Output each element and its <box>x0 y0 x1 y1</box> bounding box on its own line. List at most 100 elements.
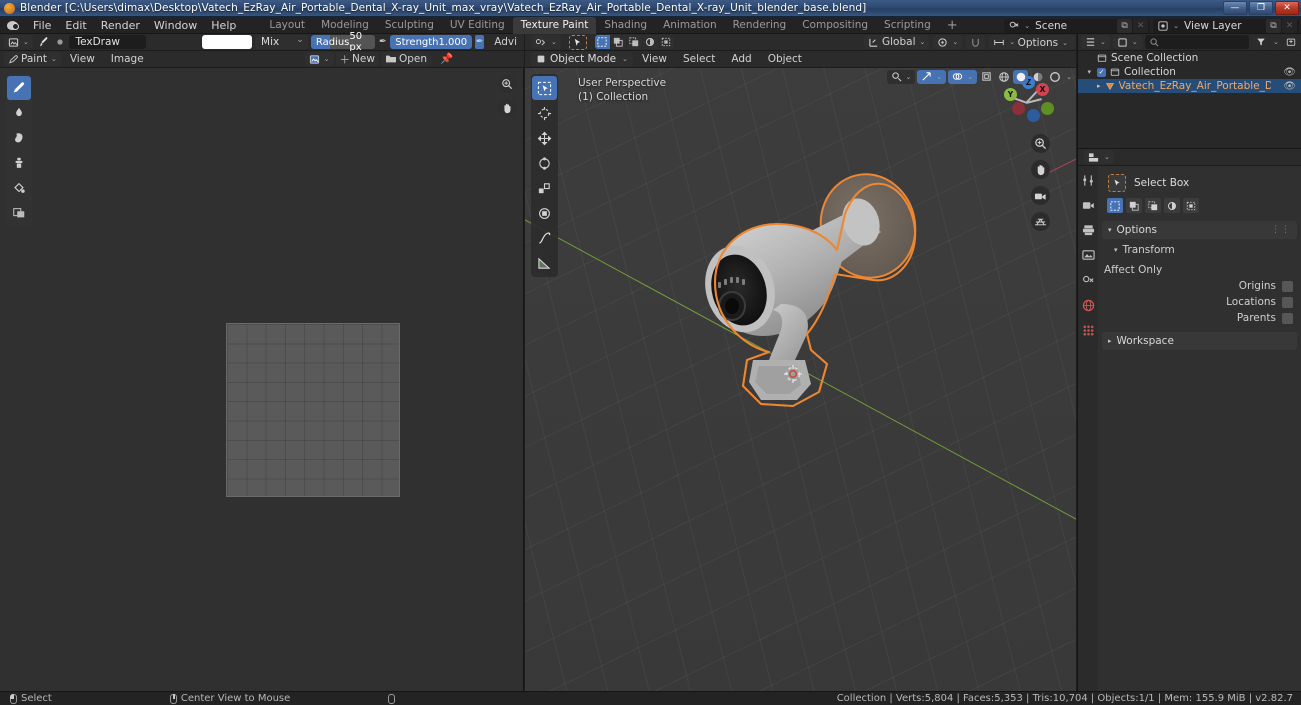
snap-pivot-selector[interactable]: ⌄ <box>933 35 963 49</box>
viewport-menu-object[interactable]: Object <box>761 52 809 66</box>
image-editor-menu-view[interactable]: View <box>63 52 102 66</box>
fill-tool-button[interactable] <box>7 176 31 200</box>
tool-select-invert-button[interactable] <box>1164 198 1180 213</box>
outliner-display-mode-selector[interactable]: ⌄ <box>1112 35 1142 49</box>
active-tool-indicator[interactable] <box>568 34 587 50</box>
rotate-tool-button[interactable] <box>532 151 557 175</box>
unlink-scene-button[interactable]: ✕ <box>1133 18 1149 33</box>
viewport-ortho-grid-icon[interactable] <box>1031 212 1050 231</box>
select-box-tool-button[interactable] <box>532 76 557 100</box>
workspace-panel-header[interactable]: ▸ Workspace <box>1102 332 1297 350</box>
tool-select-new-button[interactable] <box>1107 198 1123 213</box>
menu-file[interactable]: File <box>26 17 58 34</box>
object-visibility-eye-icon[interactable]: 👁 <box>1283 81 1296 92</box>
measure-tool-button[interactable] <box>532 251 557 275</box>
affect-parents-checkbox[interactable] <box>1282 312 1293 324</box>
properties-tab-object[interactable] <box>1080 322 1096 338</box>
tab-scripting[interactable]: Scripting <box>876 17 939 34</box>
properties-editor-type-selector[interactable]: ⌄ <box>1084 150 1114 164</box>
outliner-filter-icon[interactable] <box>1253 35 1269 49</box>
brush-datablock-icon[interactable] <box>53 35 67 49</box>
select-subtract-button[interactable] <box>626 35 642 49</box>
object-mode-selector[interactable]: Object Mode ⌄ <box>531 52 634 66</box>
move-tool-button[interactable] <box>532 126 557 150</box>
viewport-camera-icon[interactable] <box>1031 186 1050 205</box>
menu-edit[interactable]: Edit <box>58 17 93 34</box>
transform-subpanel-header[interactable]: ▾ Transform <box>1098 241 1301 259</box>
panel-drag-handle[interactable]: ⋮⋮ <box>1271 225 1291 235</box>
gizmo-axis-z-negative[interactable] <box>1027 109 1040 122</box>
tab-shading[interactable]: Shading <box>596 17 655 34</box>
strength-pressure-toggle-icon[interactable]: ✒ <box>475 35 485 49</box>
editor-type-selector[interactable]: ⌄ <box>4 35 33 49</box>
menu-render[interactable]: Render <box>94 17 147 34</box>
menu-help[interactable]: Help <box>204 17 243 34</box>
radius-pressure-toggle-icon[interactable]: ✒ <box>378 35 387 49</box>
tab-uv-editing[interactable]: UV Editing <box>442 17 513 34</box>
smear-tool-button[interactable] <box>7 126 31 150</box>
add-workspace-button[interactable]: + <box>939 18 966 33</box>
brush-color-swatch[interactable] <box>202 35 253 49</box>
affect-origins-checkbox[interactable] <box>1282 280 1293 292</box>
brush-preview-icon[interactable] <box>36 35 50 49</box>
tab-rendering[interactable]: Rendering <box>725 17 795 34</box>
scale-tool-button[interactable] <box>532 176 557 200</box>
tab-animation[interactable]: Animation <box>655 17 725 34</box>
properties-tab-world[interactable] <box>1080 297 1096 313</box>
outliner-new-collection-icon[interactable] <box>1283 35 1298 49</box>
menu-window[interactable]: Window <box>147 17 204 34</box>
select-box-tool-icon[interactable] <box>1108 174 1126 192</box>
cursor-tool-button[interactable] <box>532 101 557 125</box>
brush-radius-slider[interactable]: Radius 50 px <box>310 31 376 53</box>
new-view-layer-button[interactable]: ⧉ <box>1266 18 1281 33</box>
clone-tool-button[interactable] <box>7 151 31 175</box>
tab-layout[interactable]: Layout <box>261 17 313 34</box>
uv-image-canvas[interactable] <box>226 323 400 497</box>
collection-checkbox[interactable]: ✓ <box>1097 67 1106 77</box>
image-pan-hand-icon[interactable] <box>498 99 516 117</box>
properties-tab-output[interactable] <box>1080 222 1096 238</box>
soften-tool-button[interactable] <box>7 101 31 125</box>
maximize-button[interactable]: ❐ <box>1249 1 1273 15</box>
paint-mode-selector[interactable]: Paint ⌄ <box>4 52 61 66</box>
object-disclosure-triangle-icon[interactable]: ▸ <box>1097 82 1101 90</box>
options-panel-header[interactable]: ▾ Options ⋮⋮ <box>1102 221 1297 239</box>
properties-tab-render[interactable] <box>1080 197 1096 213</box>
xray-unit-3d-model[interactable] <box>685 154 945 444</box>
pin-image-icon[interactable]: 📌 <box>433 52 460 66</box>
tab-compositing[interactable]: Compositing <box>794 17 876 34</box>
viewport-editor-type-selector[interactable]: ⌄ <box>531 35 561 49</box>
viewport-options-popover[interactable]: Options ⌄ <box>1013 35 1072 50</box>
draw-tool-button[interactable] <box>7 76 31 100</box>
viewport-menu-select[interactable]: Select <box>676 52 722 66</box>
brush-strength-slider[interactable]: Strength 1.000 <box>390 35 473 49</box>
remove-view-layer-button[interactable]: ✕ <box>1282 18 1297 33</box>
annotate-tool-button[interactable] <box>532 226 557 250</box>
viewport-zoom-icon[interactable] <box>1031 134 1050 153</box>
scene-selector[interactable]: ⌄ Scene ⧉ ✕ <box>1004 18 1151 33</box>
visibility-selector[interactable]: ⌄ <box>886 69 916 84</box>
brush-name-field[interactable]: TexDraw <box>69 35 147 49</box>
select-invert-button[interactable] <box>642 35 658 49</box>
image-datablock-selector[interactable]: ⌄ <box>304 52 334 66</box>
image-editor-menu-image[interactable]: Image <box>104 52 151 66</box>
transform-orientation-select[interactable]: Global ⌄ <box>864 35 930 49</box>
rendered-shading-button[interactable] <box>1047 70 1062 84</box>
tool-select-intersect-button[interactable] <box>1183 198 1199 213</box>
properties-tab-view-layer[interactable] <box>1080 247 1096 263</box>
image-zoom-icon[interactable] <box>498 75 516 93</box>
gizmo-axis-y-positive[interactable]: Y <box>1004 88 1017 101</box>
wireframe-shading-button[interactable] <box>996 70 1011 84</box>
view-layer-selector[interactable]: ⌄ View Layer ⧉ ✕ <box>1153 18 1299 33</box>
tab-sculpting[interactable]: Sculpting <box>377 17 442 34</box>
tab-texture-paint[interactable]: Texture Paint <box>512 16 597 34</box>
scene-name-field[interactable]: Scene <box>1030 20 1116 32</box>
properties-tab-scene[interactable] <box>1080 272 1096 288</box>
select-new-button[interactable] <box>594 35 610 49</box>
gizmo-axis-y-negative[interactable] <box>1041 102 1054 115</box>
collection-visibility-eye-icon[interactable]: 👁 <box>1283 67 1296 78</box>
transform-tool-button[interactable] <box>532 201 557 225</box>
outliner-row-collection[interactable]: ▾ ✓ Collection 👁 <box>1078 65 1301 79</box>
blender-logo-icon[interactable] <box>6 19 20 32</box>
snap-toggle-button[interactable] <box>966 35 986 49</box>
